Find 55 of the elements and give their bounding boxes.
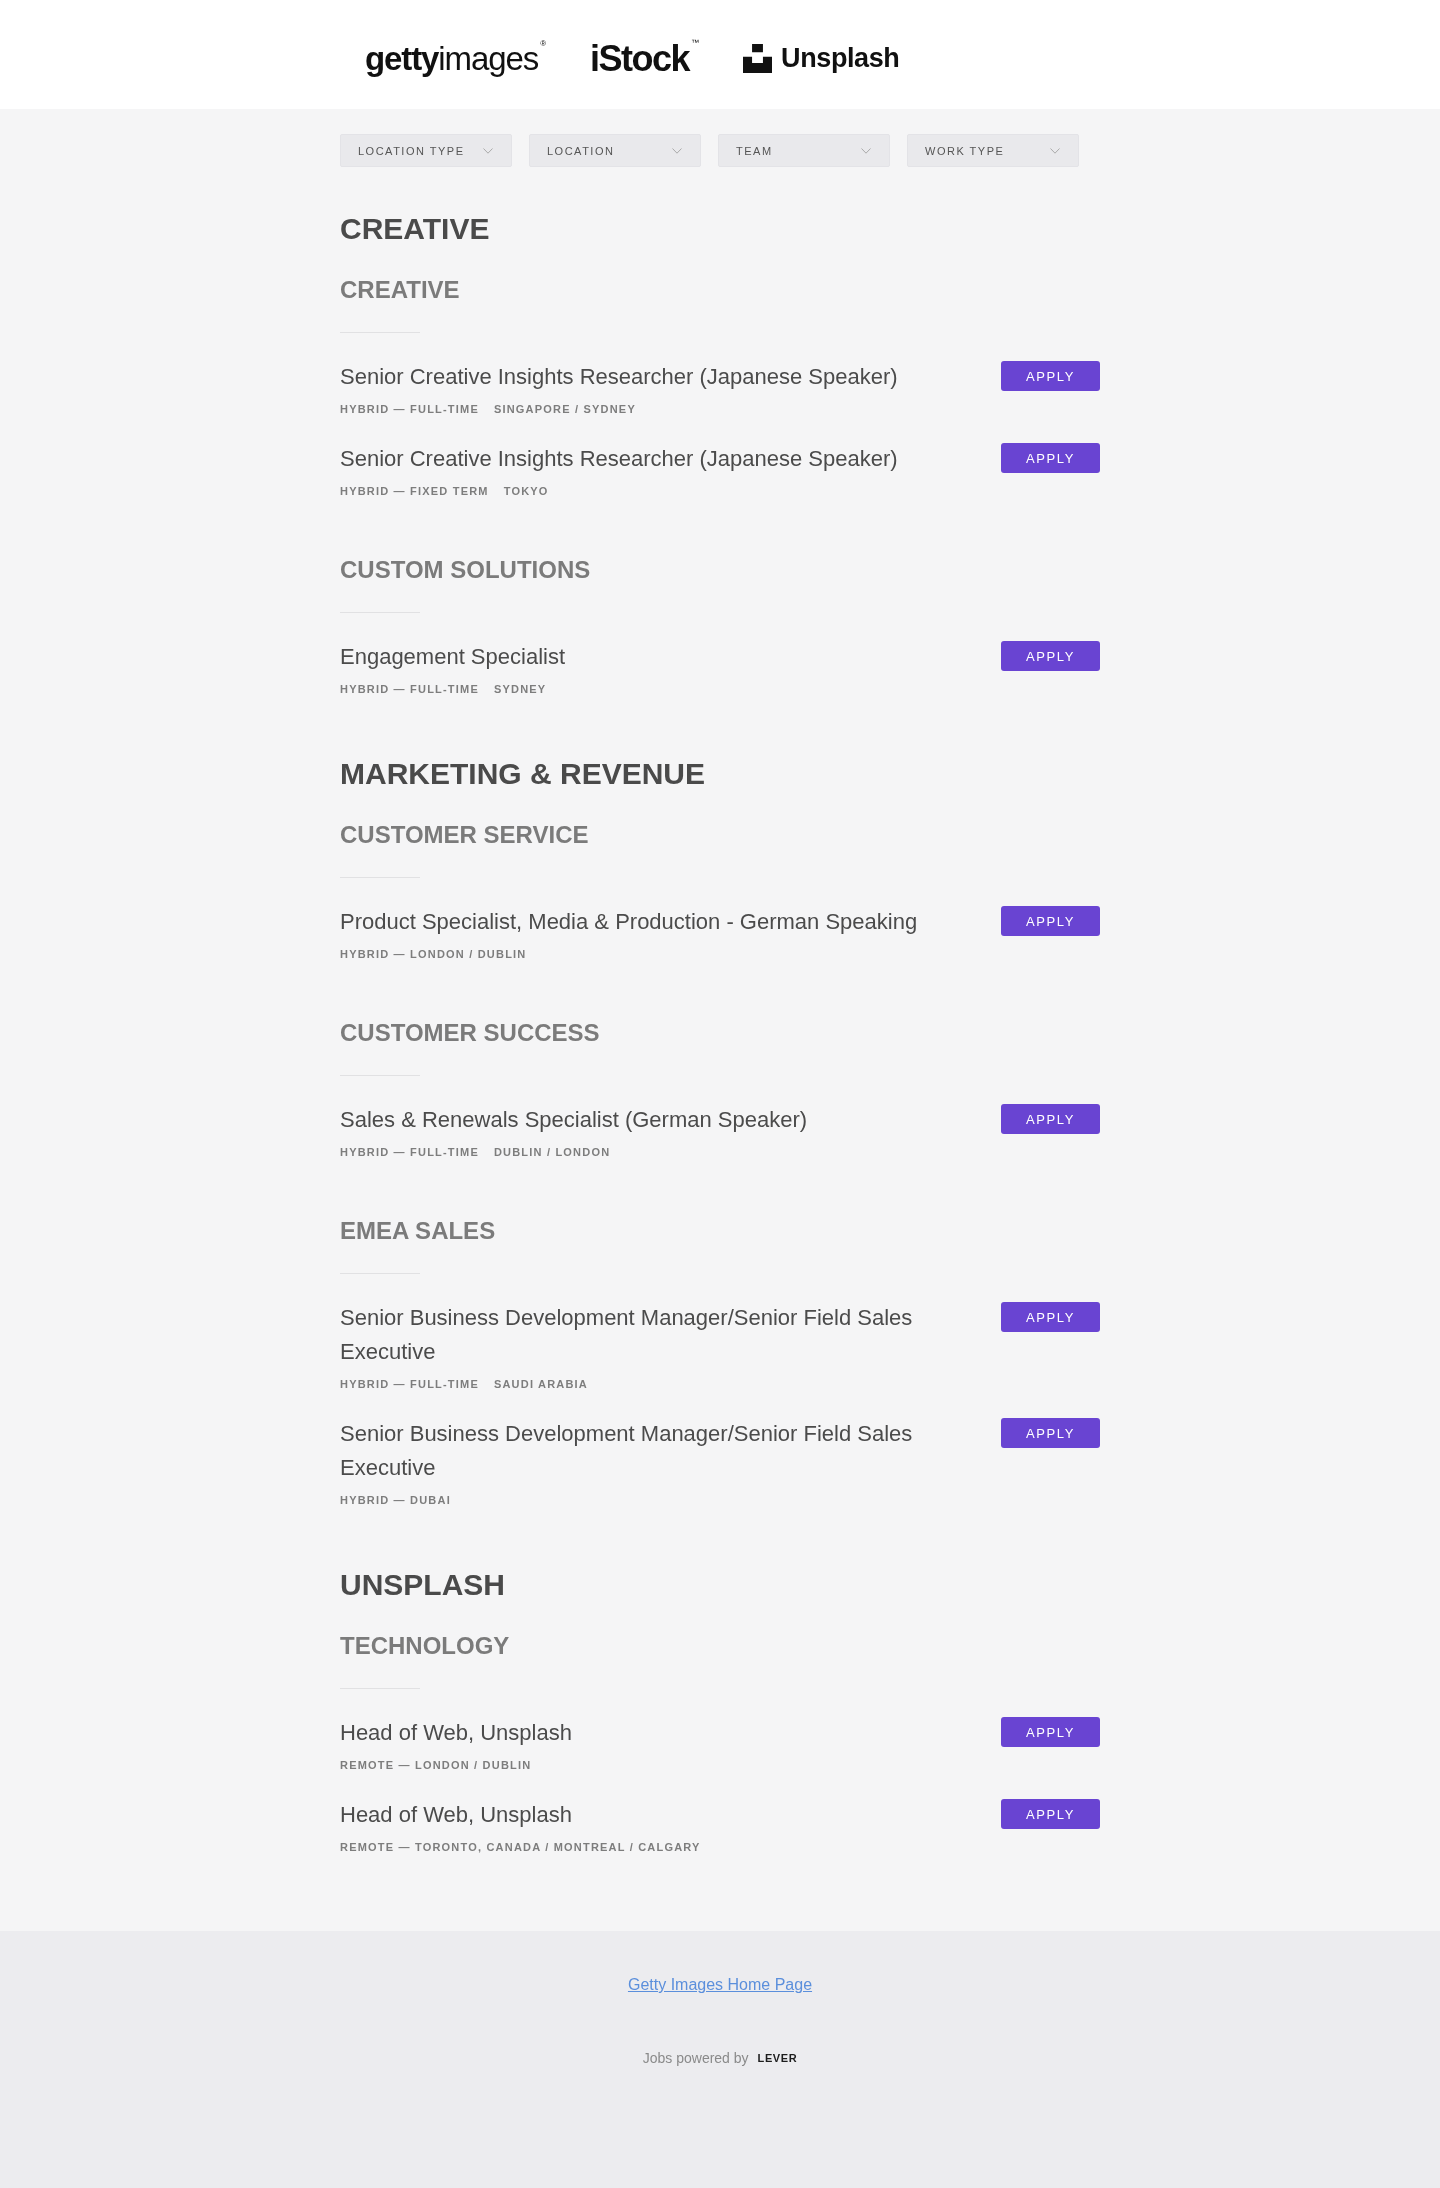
apply-button[interactable]: APPLY bbox=[1001, 641, 1100, 671]
department-heading: CREATIVE bbox=[340, 211, 491, 247]
department-heading: UNSPLASH bbox=[340, 1567, 506, 1603]
brand-logo[interactable]: iStock$^{™}$ bbox=[590, 40, 700, 77]
job-meta: REMOTE — TORONTO, CANADA / MONTREAL / CALGARY bbox=[340, 1840, 701, 1855]
filter-dropdown[interactable]: LOCATION bbox=[529, 134, 701, 167]
apply-button[interactable]: APPLY bbox=[1001, 443, 1100, 473]
job-title-link[interactable]: Senior Business Development Manager/Senior Field Sales Executive bbox=[340, 1301, 977, 1369]
job-meta: HYBRID — DUBAI bbox=[340, 1493, 451, 1508]
job-title-link[interactable]: Engagement Specialist bbox=[340, 640, 566, 674]
apply-button[interactable]: APPLY bbox=[1001, 1104, 1100, 1134]
brand-logo[interactable]: gettyimages$^{®}$ bbox=[365, 42, 547, 75]
apply-button[interactable]: APPLY bbox=[1001, 1302, 1100, 1332]
chevron-down-icon bbox=[1050, 147, 1060, 154]
job-meta: HYBRID — FULL-TIME bbox=[340, 1145, 479, 1160]
apply-button[interactable]: APPLY bbox=[1001, 1717, 1100, 1747]
job-title-link[interactable]: Head of Web, Unsplash bbox=[340, 1716, 572, 1750]
job-title-link[interactable]: Head of Web, Unsplash bbox=[340, 1798, 572, 1832]
apply-button[interactable]: APPLY bbox=[1001, 906, 1100, 936]
department-heading: MARKETING & REVENUE bbox=[340, 756, 707, 792]
job-meta: HYBRID — FULL-TIME bbox=[340, 682, 479, 697]
team-heading: TECHNOLOGY bbox=[340, 1631, 511, 1661]
job-meta: TOKYO bbox=[503, 484, 549, 499]
filter-dropdown[interactable]: LOCATION TYPE bbox=[340, 134, 512, 167]
team-heading: CUSTOM SOLUTIONS bbox=[340, 555, 592, 585]
team-heading: CUSTOMER SERVICE bbox=[340, 820, 590, 850]
chevron-down-icon bbox=[672, 147, 682, 154]
team-heading: CREATIVE bbox=[340, 275, 461, 305]
apply-button[interactable]: APPLY bbox=[1001, 361, 1100, 391]
block-logo-icon bbox=[743, 44, 773, 73]
job-meta: DUBLIN / LONDON bbox=[493, 1145, 611, 1160]
job-meta: HYBRID — FIXED TERM bbox=[340, 484, 489, 499]
job-meta: HYBRID — FULL-TIME bbox=[340, 1377, 479, 1392]
job-meta: SYDNEY bbox=[493, 682, 547, 697]
filter-dropdown[interactable]: WORK TYPE bbox=[907, 134, 1079, 167]
job-title-link[interactable]: Senior Creative Insights Researcher (Japanese Speaker) bbox=[340, 442, 898, 476]
brand-logo[interactable]: Unsplash bbox=[743, 44, 900, 73]
chevron-down-icon bbox=[861, 147, 871, 154]
job-title-link[interactable]: Sales & Renewals Specialist (German Speaker) bbox=[340, 1103, 808, 1137]
lever-logo[interactable]: LEVER bbox=[757, 2048, 798, 2068]
chevron-down-icon bbox=[483, 147, 493, 154]
job-title-link[interactable]: Senior Business Development Manager/Senior Field Sales Executive bbox=[340, 1417, 977, 1485]
job-meta: SAUDI ARABIA bbox=[493, 1377, 588, 1392]
job-meta: HYBRID — LONDON / DUBLIN bbox=[340, 947, 527, 962]
job-meta: SINGAPORE / SYDNEY bbox=[493, 402, 636, 417]
powered-by-text: Jobs powered by bbox=[642, 2049, 749, 2068]
apply-button[interactable]: APPLY bbox=[1001, 1799, 1100, 1829]
job-title-link[interactable]: Senior Creative Insights Researcher (Japanese Speaker) bbox=[340, 360, 898, 394]
job-meta: REMOTE — LONDON / DUBLIN bbox=[340, 1758, 532, 1773]
team-heading: CUSTOMER SUCCESS bbox=[340, 1018, 601, 1048]
team-heading: EMEA SALES bbox=[340, 1216, 497, 1246]
job-title-link[interactable]: Product Specialist, Media & Production - German Speaking bbox=[340, 905, 918, 939]
filter-dropdown[interactable]: TEAM bbox=[718, 134, 890, 167]
job-meta: HYBRID — FULL-TIME bbox=[340, 402, 479, 417]
apply-button[interactable]: APPLY bbox=[1001, 1418, 1100, 1448]
